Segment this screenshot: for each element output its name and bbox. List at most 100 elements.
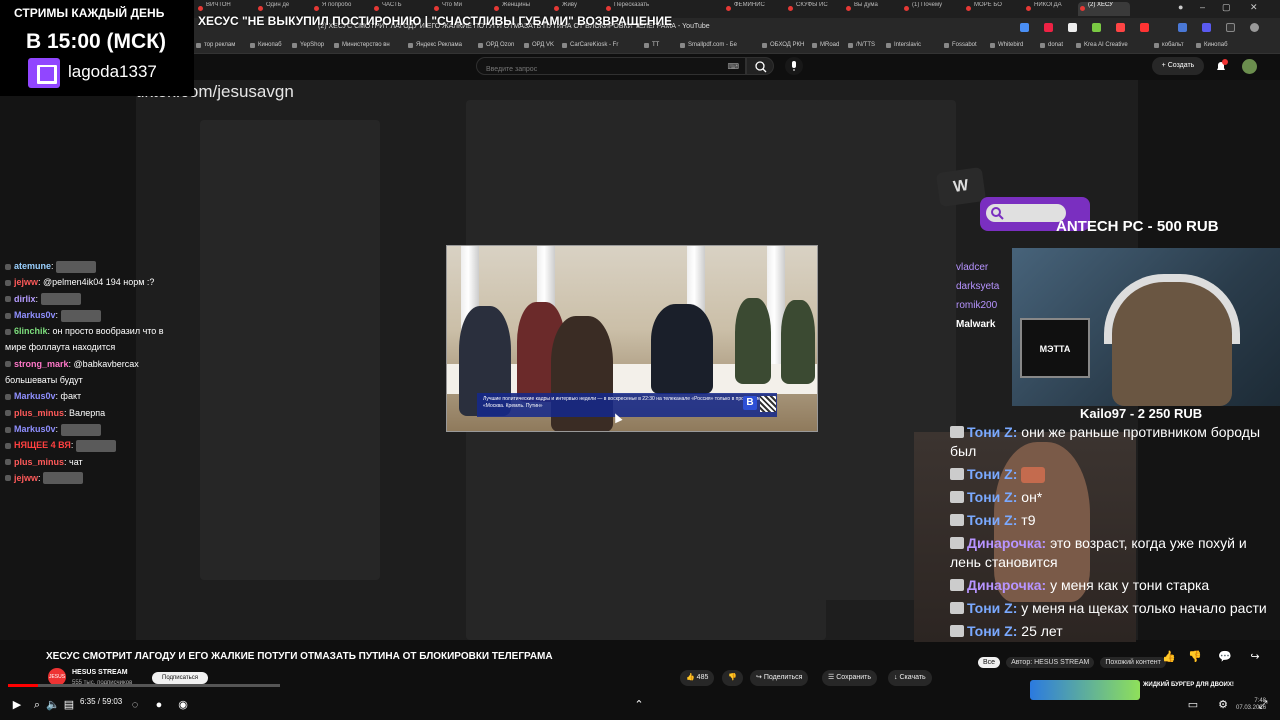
notifications-bell-icon[interactable] xyxy=(1214,59,1228,73)
bookmark-item[interactable]: MRoad xyxy=(812,42,839,48)
app-icon[interactable]: ● xyxy=(152,698,166,712)
voice-search-button[interactable] xyxy=(785,57,803,75)
bookmark-item[interactable]: Кинопаб xyxy=(250,42,282,48)
create-button[interactable]: + Создать xyxy=(1152,57,1204,75)
dislike-icon[interactable]: 👎 xyxy=(1188,650,1202,664)
search-input[interactable] xyxy=(477,61,745,78)
gift-badge-icon xyxy=(950,514,964,526)
chat-username: plus_minus xyxy=(14,407,65,418)
like-count: 485 xyxy=(696,674,709,681)
app-icon[interactable]: ◉ xyxy=(176,698,190,712)
chat-badge-icon xyxy=(5,328,11,335)
search-box[interactable]: ⌨ xyxy=(476,57,746,78)
bookmark-item[interactable]: Whitebird xyxy=(990,42,1023,48)
app-icon[interactable]: ◌ xyxy=(128,698,142,712)
bookmark-item[interactable]: Fossabot xyxy=(944,42,977,48)
microphone-sign: МЭТТА xyxy=(1020,318,1090,378)
chat-message: jejww: xyxy=(0,470,200,486)
subtitles-icon[interactable]: ▭ xyxy=(1186,698,1200,712)
bookmark-item[interactable]: тор реклам xyxy=(196,42,235,48)
bookmark-item[interactable]: TT xyxy=(644,42,659,48)
browser-tab[interactable]: МОРЕ БО xyxy=(964,2,1020,16)
person-figure xyxy=(781,300,815,384)
browser-tab[interactable]: Вы дума xyxy=(844,2,894,16)
browser-menu-icon[interactable] xyxy=(1250,23,1259,32)
time-display: 6:35 / 59:03 xyxy=(80,697,123,706)
bookmark-item[interactable]: ОРД Ozon xyxy=(478,42,514,48)
chat-username: Тони Z: xyxy=(967,424,1018,440)
profile-icon[interactable]: ● xyxy=(1178,2,1183,12)
stream-schedule-banner: СТРИМЫ КАЖДЫЙ ДЕНЬ В 15:00 (МСК) lagoda1… xyxy=(0,0,194,96)
dislike-button[interactable]: 👎 xyxy=(722,670,743,686)
gift-badge-icon xyxy=(950,468,964,480)
bookmark-item[interactable]: Interslavic xyxy=(886,42,921,48)
like-icon[interactable]: 👍 xyxy=(1162,650,1176,664)
side-chat-username: Malwark xyxy=(956,319,996,330)
save-button[interactable]: ☰ Сохранить xyxy=(822,670,878,686)
browser-tab[interactable]: ФЕМИНИС xyxy=(724,2,780,16)
browser-tab[interactable]: СКУФЫ ИС xyxy=(786,2,842,16)
filter-chip[interactable]: Автор: HESUS STREAM xyxy=(1006,657,1095,668)
chat-colon: : xyxy=(35,293,41,304)
share-icon[interactable]: ↪ xyxy=(1248,650,1262,664)
promo-text[interactable]: ЖИДКИЙ БУРГЕР ДЛЯ ДВОИХ! xyxy=(1143,682,1234,689)
bookmark-item[interactable]: ОРД VK xyxy=(524,42,554,48)
play-icon[interactable]: ▶ xyxy=(10,698,24,712)
like-button[interactable]: 👍 485 xyxy=(680,670,715,686)
chat-badge-icon xyxy=(5,394,11,400)
bookmark-item[interactable]: Министерство вн xyxy=(334,42,390,48)
extensions-puzzle-icon[interactable] xyxy=(1226,23,1235,32)
banner-headline: СТРИМЫ КАЖДЫЙ ДЕНЬ xyxy=(14,6,165,20)
chevron-up-icon[interactable]: ⌃ xyxy=(632,698,646,712)
browser-tab[interactable]: НИКОГДА xyxy=(1024,2,1074,16)
extension-icon[interactable] xyxy=(1044,23,1053,32)
search-icon[interactable]: ⌕ xyxy=(30,698,44,712)
chat-text: мире фоллаута находится xyxy=(5,342,116,353)
download-button[interactable]: ↓ Скачать xyxy=(888,670,932,686)
gift-badge-icon xyxy=(950,537,964,549)
account-avatar[interactable] xyxy=(1242,59,1257,74)
chat-username: strong_mark xyxy=(14,358,69,369)
extension-icon[interactable] xyxy=(1116,23,1125,32)
filter-chip[interactable]: Все xyxy=(978,657,1001,668)
extension-icon[interactable] xyxy=(1140,23,1149,32)
bookmark-item[interactable]: Яндекс Реклама xyxy=(408,42,462,48)
chat-badge-icon xyxy=(5,361,11,368)
extension-icon[interactable] xyxy=(1202,23,1211,32)
browser-tab[interactable]: (1) Почему xyxy=(902,2,960,16)
bookmark-item[interactable]: ОБХОД РКН xyxy=(762,42,804,48)
file-icon[interactable]: ▤ xyxy=(62,698,76,712)
bookmark-item[interactable]: Krea AI Creative xyxy=(1076,42,1128,48)
bookmark-item[interactable]: /N/TTS xyxy=(848,42,875,48)
comments-icon[interactable]: 💬 xyxy=(1218,650,1232,664)
progress-bar[interactable] xyxy=(8,684,280,687)
channel-name[interactable]: HESUS STREAM xyxy=(72,669,128,676)
settings-gear-icon[interactable]: ⚙ xyxy=(1216,698,1230,712)
close-window-button[interactable]: ✕ xyxy=(1250,2,1258,13)
minimize-button[interactable]: – xyxy=(1200,2,1205,12)
share-button[interactable]: ↪ Поделиться xyxy=(750,670,809,686)
bookmark-item[interactable]: YepShop xyxy=(292,42,324,48)
chat-message: большеваты будут xyxy=(0,372,200,388)
bookmark-item[interactable]: кобальт xyxy=(1154,42,1184,48)
extension-icon[interactable] xyxy=(1020,23,1029,32)
chat-message: Динарочка: это возраст, когда уже похуй … xyxy=(950,534,1280,572)
volume-icon[interactable]: 🔈 xyxy=(46,698,60,712)
bookmark-item[interactable]: donat xyxy=(1040,42,1063,48)
extension-icon[interactable] xyxy=(1092,23,1101,32)
maximize-button[interactable]: ▢ xyxy=(1222,2,1231,13)
bookmark-item[interactable]: Кинопаб xyxy=(1196,42,1228,48)
chat-message: jejww: @pelmen4ik04 194 норм :? xyxy=(0,274,200,290)
chat-username: Markus0v xyxy=(14,423,56,434)
filter-chip[interactable]: Похожий контент xyxy=(1100,657,1166,668)
browser-tab[interactable]: (2) ХЕСУ xyxy=(1078,2,1130,16)
keyboard-icon[interactable]: ⌨ xyxy=(727,62,739,71)
bookmark-item[interactable]: CarCareKiosk - Fr xyxy=(562,42,618,48)
bookmark-item[interactable]: Smallpdf.com - Бе xyxy=(680,42,737,48)
chat-username: plus_minus xyxy=(14,456,65,467)
chat-username: НЯЩЕЕ 4 ВЯ xyxy=(14,440,71,451)
subscribe-button[interactable]: Подписаться xyxy=(152,672,208,684)
search-button[interactable] xyxy=(746,57,774,75)
extension-icon[interactable] xyxy=(1068,23,1077,32)
extension-icon[interactable] xyxy=(1178,23,1187,32)
